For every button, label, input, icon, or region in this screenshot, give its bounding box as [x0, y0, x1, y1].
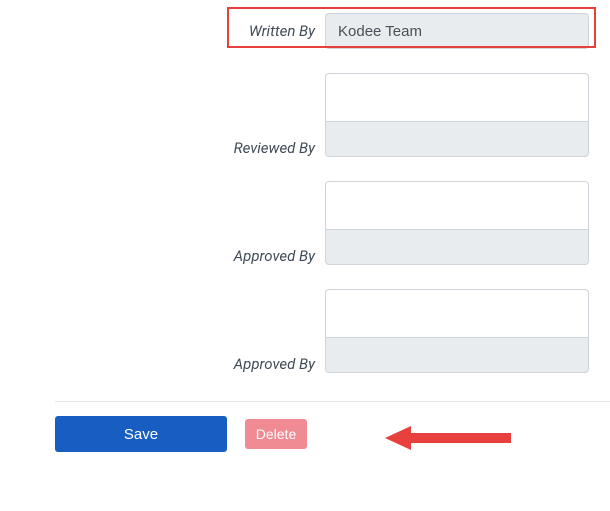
delete-button[interactable]: Delete [245, 419, 307, 449]
button-row: Save Delete [55, 416, 610, 452]
input-approved-by-1[interactable] [325, 229, 589, 265]
input-approved-by-2-top[interactable] [325, 289, 589, 337]
input-reviewed-by[interactable] [325, 121, 589, 157]
label-reviewed-by: Reviewed By [0, 139, 325, 157]
input-approved-by-1-top[interactable] [325, 181, 589, 229]
label-approved-by-2: Approved By [0, 355, 325, 373]
label-approved-by-1: Approved By [0, 247, 325, 265]
row-reviewed-by: Reviewed By [0, 73, 610, 157]
input-approved-by-2[interactable] [325, 337, 589, 373]
divider [55, 401, 610, 402]
row-written-by: Written By [0, 8, 610, 49]
save-button[interactable]: Save [55, 416, 227, 452]
input-reviewed-by-top[interactable] [325, 73, 589, 121]
row-approved-by-2: Approved By [0, 289, 610, 373]
row-approved-by-1: Approved By [0, 181, 610, 265]
input-written-by[interactable] [325, 13, 589, 49]
arrow-icon [385, 420, 515, 456]
label-written-by: Written By [0, 22, 325, 40]
